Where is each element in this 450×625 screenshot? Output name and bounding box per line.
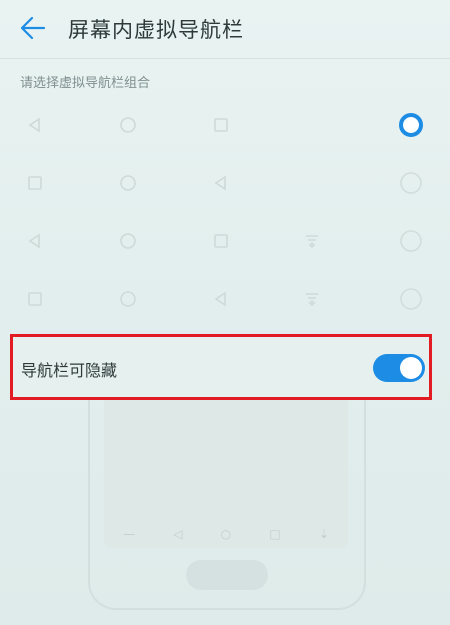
phone-home-button <box>186 560 268 590</box>
radio-button[interactable] <box>398 286 424 312</box>
home-icon <box>113 226 143 256</box>
switch-knob <box>400 357 422 379</box>
radio-button-selected[interactable] <box>398 112 424 138</box>
notification-pulldown-icon: ⇣ <box>318 527 329 541</box>
nav-option-2[interactable] <box>0 168 450 224</box>
recent-apps-icon: □ <box>269 527 281 541</box>
back-icon <box>20 226 50 256</box>
back-icon <box>206 168 236 198</box>
home-icon: ○ <box>220 527 232 541</box>
notification-pulldown-icon <box>297 226 327 256</box>
phone-preview: — ◁ ○ □ ⇣ <box>88 400 366 610</box>
nav-option-4[interactable] <box>0 284 450 340</box>
nav-option-1[interactable] <box>0 110 450 166</box>
header: 屏幕内虚拟导航栏 <box>0 0 450 58</box>
dash-icon: — <box>123 527 136 541</box>
toggle-label: 导航栏可隐藏 <box>21 361 118 380</box>
recent-apps-icon <box>206 110 236 140</box>
back-icon <box>20 110 50 140</box>
notification-pulldown-icon <box>297 284 327 314</box>
hideable-navbar-setting: 导航栏可隐藏 <box>10 334 432 400</box>
recent-apps-icon <box>20 284 50 314</box>
radio-button[interactable] <box>398 170 424 196</box>
home-icon <box>113 284 143 314</box>
hideable-navbar-switch[interactable] <box>373 354 425 382</box>
recent-apps-icon <box>20 168 50 198</box>
phone-preview-navbar: — ◁ ○ □ ⇣ <box>104 520 348 548</box>
recent-apps-icon <box>206 226 236 256</box>
radio-button[interactable] <box>398 228 424 254</box>
section-label: 请选择虚拟导航栏组合 <box>20 76 151 91</box>
home-icon <box>113 110 143 140</box>
home-icon <box>113 168 143 198</box>
back-icon <box>206 284 236 314</box>
header-divider <box>0 58 450 59</box>
nav-option-3[interactable] <box>0 226 450 282</box>
page-title: 屏幕内虚拟导航栏 <box>68 18 244 42</box>
back-arrow-icon[interactable] <box>18 14 46 42</box>
back-icon: ◁ <box>173 527 183 541</box>
